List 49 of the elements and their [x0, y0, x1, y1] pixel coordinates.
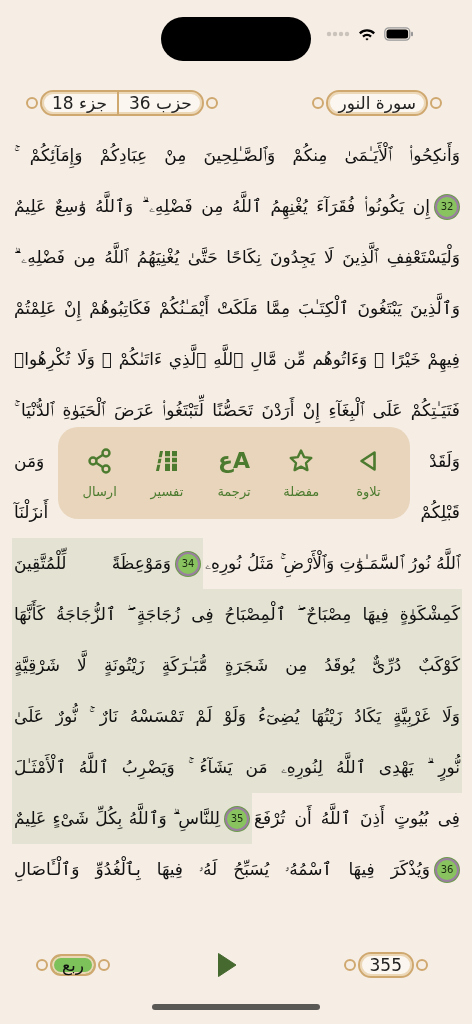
verse-text[interactable]: وَأَنكِحُوا۟ ٱلْأَيَـٰمَىٰ مِنكُمْ وَٱلصَّـٰلِحِينَ مِنْ عِبَادِكُمْ وَإِمَآئِكُمْ ۚ [12, 130, 462, 181]
highlighted-verse-text[interactable]: وَلَا غَرْبِيَّةٍ يَكَادُ زَيْتُهَا يُضِىٓءُ وَلَوْ لَمْ تَمْسَسْهُ نَارٌ ۚ نُّورٌ عَلَىٰ [12, 691, 462, 742]
translate-icon: Aع [218, 447, 251, 474]
share-button[interactable]: ارسال [68, 443, 131, 503]
share-icon [87, 447, 112, 474]
play-reverse-icon [359, 449, 378, 472]
verse-number[interactable]: 32 [435, 194, 459, 219]
favorite-button[interactable]: مفضلة [270, 443, 333, 503]
verse-text[interactable]: وَمَن [12, 436, 47, 487]
verse-text[interactable]: أَنزَلْنَآ [12, 487, 51, 538]
verse-text[interactable]: وَٱلَّذِينَ يَبْتَغُونَ ٱلْكِتَـٰبَ مِمَّا مَلَكَتْ أَيْمَـٰنُكُمْ فَكَاتِبُوهُمْ إِنْ عَلِمْتُمْ [12, 283, 462, 334]
surah-title: سورة النور [326, 90, 428, 116]
verse-text[interactable]: إِن يَكُونُوا۟ فُقَرَآءَ يُغْنِهِمُ ٱللَّهُ مِن فَضْلِهِۦ ۗ وَٱللَّهُ وَٰسِعٌ عَلِيمٌ [12, 181, 432, 232]
highlighted-verse-text[interactable]: كَمِشْكَوٰةٍ فِيهَا مِصْبَاحٌ ۖ ٱلْمِصْبَاحُ فِى زُجَاجَةٍ ۖ ٱلزُّجَاجَةُ كَأَنَّهَا [12, 589, 462, 640]
ornament-icon [36, 959, 48, 971]
verse-text[interactable]: ٱللَّهُ نُورُ ٱلسَّمَـٰوَٰتِ وَٱلْأَرْضِ ۚ مَثَلُ نُورِهِۦ [203, 538, 462, 589]
ornament-icon [205, 97, 218, 109]
highlighted-verse-text[interactable]: نُّورٍ ۗ يَهْدِى ٱللَّهُ لِنُورِهِۦ مَن يَشَآءُ ۚ وَيَضْرِبُ ٱللَّهُ ٱلْأَمْثَـٰلَ [12, 742, 462, 793]
verse-number[interactable]: 34 [176, 551, 200, 576]
verse-text[interactable]: فِى بُيُوتٍ أَذِنَ ٱللَّهُ أَن تُرْفَعَ [252, 793, 462, 844]
verse-number[interactable]: 35 [225, 806, 249, 831]
verse-text[interactable]: فِيهِمْ خَيْرًا ۖ وَءَاتُوهُم مِّن مَّالِ ٱللَّهِ ٱلَّذِي ءَاتَىٰكُمْ ۚ وَلَا تُكْرِهُوا۟ [12, 334, 462, 385]
signal-icon [326, 31, 350, 37]
star-icon [288, 447, 315, 474]
juz-label: جزء 18 [51, 92, 108, 114]
highlighted-verse-text[interactable]: كَوْكَبٌ دُرِّىٌّ يُوقَدُ مِن شَجَرَةٍ مُّبَـٰرَكَةٍ زَيْتُونَةٍ لَّا شَرْقِيَّةٍ [12, 640, 462, 691]
ornament-icon [343, 959, 356, 971]
battery-icon [384, 27, 414, 41]
wifi-icon [358, 27, 376, 41]
verse-text[interactable]: وَلَقَدْ [427, 436, 462, 487]
ornament-icon [98, 959, 110, 971]
play-button[interactable] [216, 952, 237, 978]
verse-text[interactable]: وَيُذْكَرَ فِيهَا ٱسْمُهُۥ يُسَبِّحُ لَهُۥ فِيهَا بِٱلْغُدُوِّ وَٱلْـَٔاصَالِ [12, 844, 432, 895]
books-icon [155, 448, 178, 473]
highlighted-verse-text[interactable]: وَمَوْعِظَةً لِّلْمُتَّقِينَ [12, 538, 173, 589]
verse-text[interactable]: وَلْيَسْتَعْفِفِ ٱلَّذِينَ لَا يَجِدُونَ نِكَاحًا حَتَّىٰ يُغْنِيَهُمُ ٱللَّهُ مِن فَضْلِهِۦ ۗ [12, 232, 462, 283]
tafsir-button[interactable]: تفسير [135, 443, 198, 503]
page-number: 355 [357, 952, 414, 978]
verse-number[interactable]: 36 [435, 857, 459, 882]
ornament-icon [312, 97, 325, 109]
ornament-icon [26, 97, 38, 109]
quarter-button[interactable]: ربع [50, 954, 96, 976]
verse-text[interactable]: قَبْلِكُمْ [418, 487, 462, 538]
translate-button[interactable]: Aع ترجمة [203, 443, 266, 503]
hizb-label: حزب 36 [116, 92, 202, 114]
highlighted-verse-text[interactable]: لِلنَّاسِ ۗ وَٱللَّهُ بِكُلِّ شَىْءٍ عَلِيمٌ [12, 793, 222, 844]
ornament-icon [416, 959, 428, 971]
ornament-icon [430, 97, 442, 109]
recite-button[interactable]: تلاوة [337, 443, 400, 503]
